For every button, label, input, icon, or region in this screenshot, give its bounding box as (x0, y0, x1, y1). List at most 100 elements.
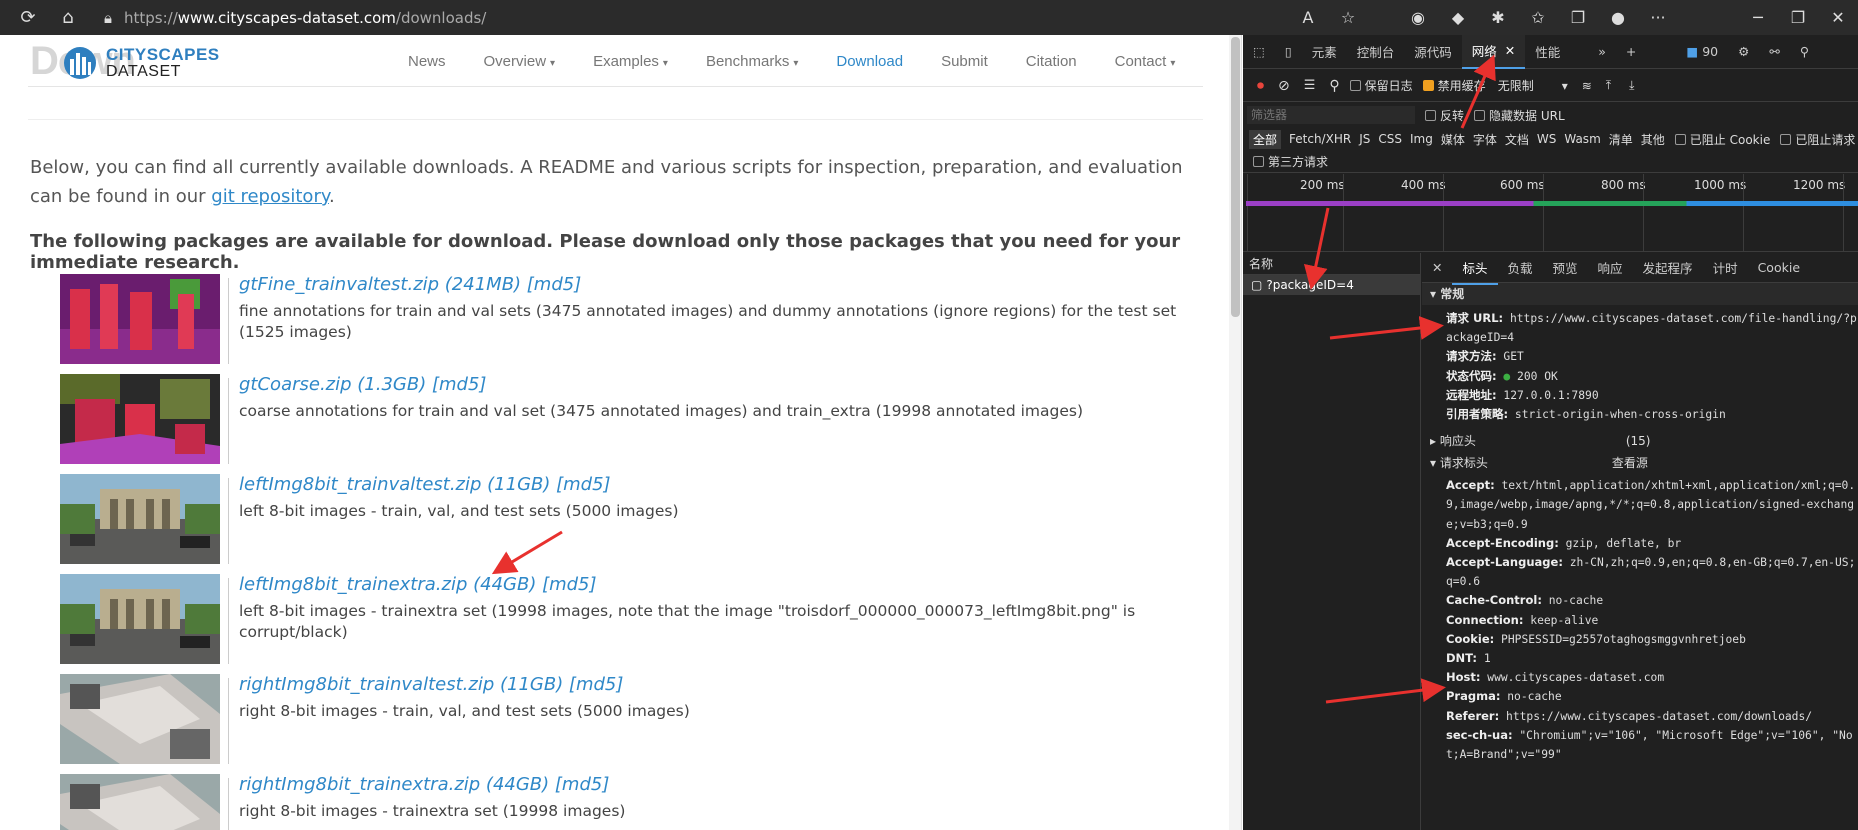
package-thumbnail (60, 374, 220, 464)
tab-elements[interactable]: 元素 (1302, 35, 1347, 69)
package-link[interactable]: leftImg8bit_trainvaltest.zip (11GB) [md5… (239, 474, 611, 495)
throttle-select[interactable]: 无限制 ▾ (1498, 77, 1568, 94)
request-headers-header[interactable]: ▾ 请求标头 查看源 (1422, 452, 1858, 475)
name-column-header[interactable]: 名称 (1243, 253, 1420, 275)
detail-tab-response[interactable]: 响应 (1588, 258, 1633, 277)
detail-tab-preview[interactable]: 预览 (1543, 258, 1588, 277)
type-media[interactable]: 媒体 (1441, 131, 1465, 148)
type-fetch-xhr[interactable]: Fetch/XHR (1289, 132, 1351, 146)
type-all[interactable]: 全部 (1249, 129, 1282, 149)
package-link[interactable]: rightImg8bit_trainextra.zip (44GB) [md5] (239, 774, 609, 795)
detail-tab-cookie[interactable]: Cookie (1748, 260, 1810, 275)
clear-icon[interactable]: ⊘ (1278, 78, 1290, 94)
preserve-log-checkbox[interactable] (1349, 80, 1361, 91)
collections-icon[interactable]: ❐ (1558, 8, 1598, 27)
address-bar[interactable]: 🔒︎ https://www.cityscapes-dataset.com/do… (104, 4, 486, 32)
nav-benchmarks[interactable]: Benchmarks ▾ (706, 53, 798, 70)
detail-tab-initiator[interactable]: 发起程序 (1633, 258, 1703, 277)
hide-data-urls-checkbox[interactable] (1474, 109, 1486, 121)
type-doc[interactable]: 文档 (1505, 131, 1529, 148)
nav-citation[interactable]: Citation (1026, 53, 1077, 70)
blocked-cookies-checkbox[interactable] (1674, 133, 1686, 145)
git-repository-link[interactable]: git repository (211, 186, 329, 207)
device-toolbar-icon[interactable]: ▯ (1275, 35, 1302, 69)
package-description: left 8-bit images - trainextra set (1999… (239, 602, 1136, 641)
refresh-icon[interactable]: ⟳ (16, 6, 40, 30)
extension-icon[interactable]: ◉ (1398, 8, 1438, 27)
type-js[interactable]: JS (1359, 132, 1370, 146)
package-link[interactable]: gtFine_trainvaltest.zip (241MB) [md5] (239, 274, 581, 295)
view-source-link[interactable]: 查看源 (1612, 456, 1648, 470)
issues-badge[interactable]: ■ 90 (1676, 35, 1728, 69)
nav-examples[interactable]: Examples ▾ (593, 53, 668, 70)
filter-icon[interactable]: ☰ (1304, 78, 1316, 93)
home-icon[interactable]: ⌂ (56, 6, 80, 30)
hide-data-urls-label: 隐藏数据 URL (1489, 108, 1565, 123)
url-domain: www.cityscapes-dataset.com (177, 8, 396, 27)
request-row[interactable]: ▢ ?packageID=4 (1243, 275, 1420, 295)
type-filter-row: 全部 Fetch/XHR JS CSS Img 媒体 字体 文档 WS Wasm… (1243, 127, 1858, 151)
nav-download[interactable]: Download (836, 53, 903, 70)
nav-contact[interactable]: Contact ▾ (1115, 53, 1176, 70)
inspect-icon[interactable]: ⬚ (1243, 35, 1275, 69)
nav-submit[interactable]: Submit (941, 53, 988, 70)
nav-news[interactable]: News (408, 53, 446, 70)
detail-tab-headers[interactable]: 标头 (1452, 250, 1498, 285)
type-font[interactable]: 字体 (1473, 131, 1497, 148)
blocked-requests-checkbox[interactable] (1780, 133, 1792, 145)
logo-skyline-icon (64, 47, 96, 79)
tab-sources[interactable]: 源代码 (1404, 35, 1462, 69)
package-thumbnail (60, 674, 220, 764)
customize-icon[interactable]: ⚯ (1759, 35, 1789, 69)
package-link[interactable]: leftImg8bit_trainextra.zip (44GB) [md5] (239, 574, 597, 595)
wifi-icon[interactable]: ≋ (1582, 79, 1592, 93)
type-ws[interactable]: WS (1537, 132, 1556, 146)
favorites-icon[interactable]: ✩ (1518, 8, 1558, 27)
close-devtools-icon[interactable]: ⚲ (1790, 35, 1819, 69)
caret-down-icon: ▾ (1170, 57, 1176, 69)
download-icon[interactable]: ⤓ (1629, 78, 1634, 93)
favorite-add-icon[interactable]: ☆ (1328, 8, 1368, 27)
page-scrollbar[interactable] (1229, 35, 1241, 830)
more-tabs-icon[interactable]: » (1588, 35, 1616, 69)
package-link[interactable]: gtCoarse.zip (1.3GB) [md5] (239, 374, 486, 395)
restore-icon[interactable]: ❐ (1778, 8, 1818, 27)
network-timeline[interactable]: 200 ms 400 ms 600 ms 800 ms 1000 ms 1200… (1243, 174, 1858, 252)
read-aloud-icon[interactable]: A (1288, 8, 1328, 27)
detail-tab-timing[interactable]: 计时 (1703, 258, 1748, 277)
close-detail-icon[interactable]: ✕ (1422, 260, 1452, 275)
third-party-checkbox[interactable] (1253, 156, 1264, 167)
close-tab-icon[interactable]: ✕ (1505, 43, 1515, 58)
record-stop-icon[interactable]: ⏺ (1257, 78, 1264, 94)
header-entry: Accept: text/html,application/xhtml+xml,… (1446, 478, 1856, 531)
package-link[interactable]: rightImg8bit_trainvaltest.zip (11GB) [md… (239, 674, 623, 695)
site-logo[interactable]: Down CITYSCAPES DATASET (28, 39, 228, 83)
filter-input[interactable] (1247, 106, 1415, 124)
extensions-icon[interactable]: ✱ (1478, 8, 1518, 27)
profile-avatar-icon[interactable]: ● (1598, 8, 1638, 27)
extension-gem-icon[interactable]: ◆ (1438, 8, 1478, 27)
type-img[interactable]: Img (1410, 132, 1433, 146)
response-headers-header[interactable]: ▸ 响应头 (15) (1422, 430, 1858, 453)
type-css[interactable]: CSS (1378, 132, 1402, 146)
type-wasm[interactable]: Wasm (1564, 132, 1600, 146)
intro-text: Below, you can find all currently availa… (30, 157, 1183, 207)
detail-tab-payload[interactable]: 负载 (1498, 258, 1543, 277)
general-section-header[interactable]: ▾ 常规 (1422, 283, 1858, 305)
tab-performance[interactable]: 性能 (1525, 35, 1570, 69)
nav-overview[interactable]: Overview ▾ (484, 53, 556, 70)
search-icon[interactable]: ⚲ (1329, 78, 1339, 94)
tab-console[interactable]: 控制台 (1347, 35, 1405, 69)
close-window-icon[interactable]: ✕ (1818, 8, 1858, 27)
disable-cache-checkbox[interactable] (1422, 80, 1434, 91)
more-menu-icon[interactable]: ··· (1638, 8, 1678, 27)
minimize-icon[interactable]: ─ (1738, 8, 1778, 27)
add-tab-icon[interactable]: + (1616, 35, 1646, 69)
settings-gear-icon[interactable]: ⚙ (1728, 35, 1759, 69)
upload-icon[interactable]: ⤒ (1606, 78, 1611, 93)
tab-network[interactable]: 网络 ✕ (1461, 35, 1526, 69)
scrollbar-thumb[interactable] (1231, 37, 1240, 317)
type-other[interactable]: 其他 (1641, 131, 1665, 148)
type-manifest[interactable]: 清单 (1609, 131, 1633, 148)
invert-checkbox[interactable] (1425, 109, 1436, 121)
